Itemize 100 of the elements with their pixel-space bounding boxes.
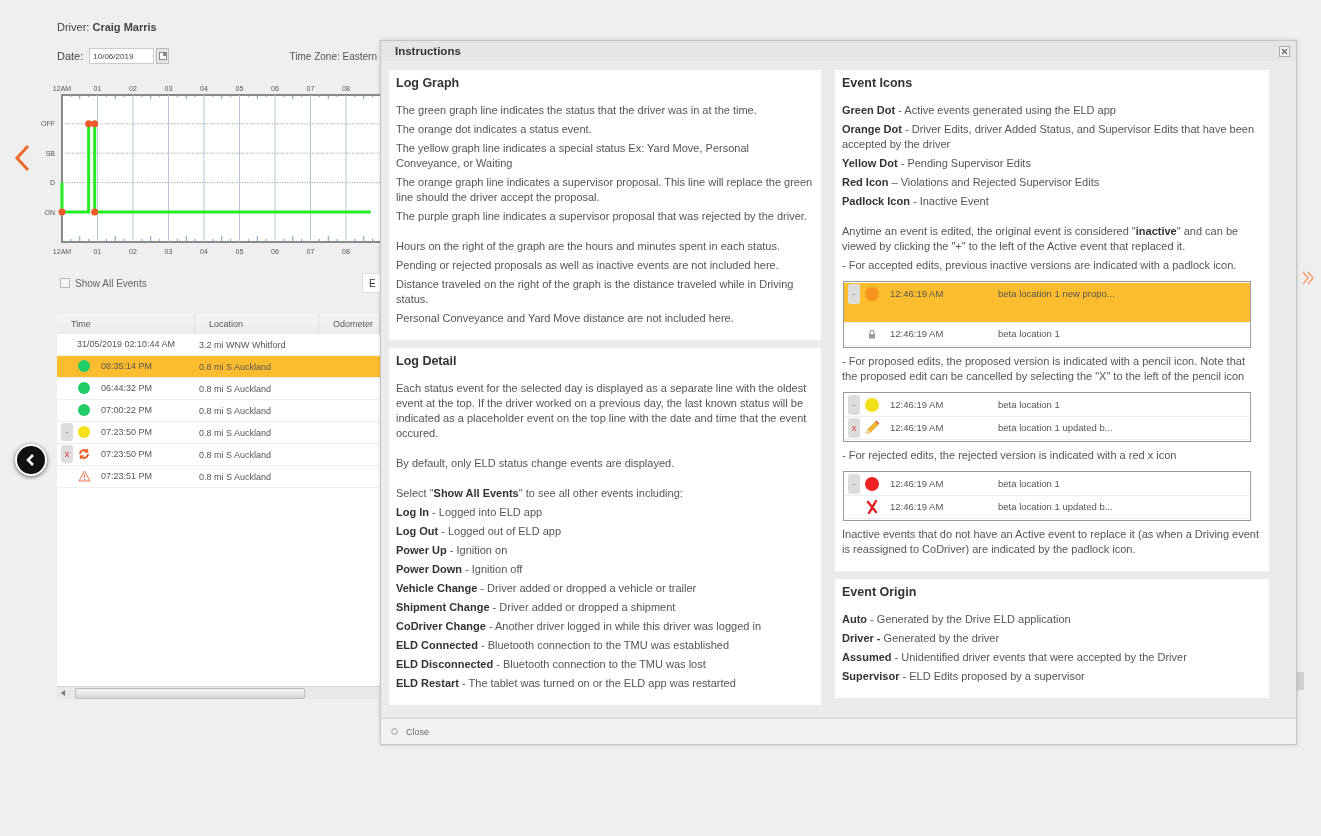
driver-name: Driver: Craig Marris <box>57 20 158 34</box>
checkbox[interactable] <box>60 278 70 288</box>
event-time: 07:00:22 PM <box>101 404 153 417</box>
collapse-button[interactable]: - <box>848 284 860 304</box>
table-row[interactable]: x 12:46:19 AM beta location 1 updated b... <box>844 417 1250 440</box>
instruction-text: Each status event for the selected day is displayed as a separate line with the oldest event at the top. If the driver worked on a previous day, the last known status will be indicated as a placeholder event on the top line with the date and time that the event occured. <box>396 381 808 441</box>
event-location: beta location 1 new propo... <box>998 288 1115 299</box>
date-input[interactable]: 10/06/2019 <box>89 48 155 64</box>
caret-left-icon[interactable] <box>61 690 65 696</box>
instruction-text: Shipment Change - Driver added or dropped a shipment <box>396 600 677 615</box>
event-location: 0.8 mi S Auckland <box>199 472 272 482</box>
refresh-icon <box>78 448 90 460</box>
event-dot <box>58 208 66 216</box>
instruction-text: The green graph line indicates the status that the driver was in at the time. <box>396 103 758 118</box>
padlock-icon <box>868 329 876 339</box>
previous-button[interactable] <box>12 143 32 173</box>
event-time: 12:46:19 AM <box>890 477 944 491</box>
table-row[interactable]: - 12:46:19 AM beta location 1 <box>844 394 1250 417</box>
collapse-button[interactable]: - <box>61 423 73 441</box>
partial-button[interactable]: E <box>362 273 380 293</box>
dialog-title: Instructions <box>395 45 461 57</box>
instruction-text: Supervisor - ELD Edits proposed by a supervisor <box>842 669 1086 684</box>
event-time: 12:46:19 AM <box>890 327 944 341</box>
instruction-text: Log Out - Logged out of ELD app <box>396 524 563 539</box>
event-time: 07:23:50 PM <box>101 448 153 461</box>
instruction-text: The purple graph line indicates a supervisor proposal that was rejected by the driver. <box>396 209 808 224</box>
event-location: beta location 1 updated b... <box>998 422 1113 433</box>
instruction-text: Green Dot - Active events generated using the ELD app <box>842 103 1117 118</box>
table-row[interactable]: x 07:23:50 PM 0.8 mi S Auckland <box>57 444 380 466</box>
table-row[interactable]: - 12:46:19 AM beta location 1 <box>844 473 1250 496</box>
instruction-text: Distance traveled on the right of the graph is the distance traveled while in Driving status. <box>396 277 795 307</box>
instruction-text: Personal Conveyance and Yard Move distance are not included here. <box>396 311 735 326</box>
event-time: 08:35:14 PM <box>101 360 153 373</box>
event-time: 31/05/2019 02:10:44 AM <box>77 338 176 351</box>
event-dot <box>91 208 99 216</box>
instruction-text: Auto - Generated by the Drive ELD application <box>842 612 1072 627</box>
event-location: 0.8 mi S Auckland <box>199 406 272 416</box>
instruction-text: The orange graph line indicates a supervisor proposal. This line will replace the green line should the driver accept the proposal. <box>396 175 813 205</box>
instruction-text: CoDriver Change - Another driver logged in while this driver was logged in <box>396 619 762 634</box>
instruction-text: The yellow graph line indicates a special status Ex: Yard Move, Personal Conveyance, or Waiting <box>396 141 750 171</box>
warning-icon <box>77 470 91 482</box>
event-location: beta location 1 updated b... <box>998 501 1113 512</box>
next-button[interactable] <box>1301 270 1315 286</box>
instruction-text: - For proposed edits, the proposed version is indicated with a pencil icon. Note that the proposed edit can be cancelled by selecting the "X" to the left of the pencil icon <box>842 354 1246 384</box>
event-location: 0.8 mi S Auckland <box>199 450 272 460</box>
instruction-text: Power Up - Ignition on <box>396 543 509 558</box>
calendar-icon <box>158 52 167 60</box>
card-heading: Event Icons <box>842 76 914 90</box>
instruction-text: - For rejected edits, the rejected version is indicated with a red x icon <box>842 448 1178 463</box>
close-button[interactable]: Close <box>406 726 429 737</box>
event-location: 0.8 mi S Auckland <box>199 362 272 372</box>
date-label: Date: <box>57 50 84 62</box>
table-row[interactable]: - 07:23:50 PM 0.8 mi S Auckland <box>57 422 380 444</box>
table-row[interactable]: - 12:46:19 AM beta location 1 new propo... <box>844 283 1250 323</box>
horizontal-scrollbar[interactable] <box>57 686 380 699</box>
event-time: 12:46:19 AM <box>890 421 944 435</box>
collapse-button[interactable]: - <box>848 395 860 415</box>
instruction-text: Log In - Logged into ELD app <box>396 505 544 520</box>
event-location: beta location 1 <box>998 399 1060 410</box>
cross-icon <box>866 500 878 514</box>
checkbox-label: Show All Events <box>75 277 147 289</box>
instruction-text: ELD Connected - Bluetooth connection to the TMU was established <box>396 638 730 653</box>
back-button[interactable] <box>15 444 47 476</box>
event-time: 07:23:50 PM <box>101 426 153 439</box>
instruction-text: Select "Show All Events" to see all other events including: <box>396 486 684 501</box>
instruction-text: ELD Restart - The tablet was turned on or the ELD app was restarted <box>396 676 737 691</box>
chevron-left-icon <box>12 143 32 173</box>
instruction-text: Red Icon – Violations and Rejected Supervisor Edits <box>842 175 1101 190</box>
double-chevron-icon <box>1301 270 1315 286</box>
instruction-text: By default, only ELD status change events are displayed. <box>396 456 676 471</box>
instruction-text: Padlock Icon - Inactive Event <box>842 194 990 209</box>
instruction-text: Orange Dot - Driver Edits, driver Added Status, and Supervisor Edits that have been accepted by the driver <box>842 122 1256 152</box>
event-time: 12:46:19 AM <box>890 287 944 301</box>
instruction-text: Hours on the right of the graph are the hours and minutes spent in each status. <box>396 239 781 254</box>
card-heading: Event Origin <box>842 585 918 599</box>
event-location: 0.8 mi S Auckland <box>199 428 272 438</box>
event-location: 3.2 mi WNW Whitford <box>199 340 286 350</box>
instruction-text: Anytime an event is edited, the original event is considered "inactive" and can be viewed by clicking the "+" to the left of the Active event that replaced it. <box>842 224 1240 254</box>
event-location: 0.8 mi S Auckland <box>199 384 272 394</box>
instruction-text: - For accepted edits, previous inactive versions are indicated with a padlock icon. <box>842 258 1238 273</box>
instruction-text: ELD Disconnected - Bluetooth connection to the TMU was lost <box>396 657 707 672</box>
instruction-text: Driver - Generated by the driver <box>842 631 1001 646</box>
instruction-text: The orange dot indicates a status event. <box>396 122 593 137</box>
event-time: 12:46:19 AM <box>890 500 944 514</box>
calendar-button[interactable] <box>156 48 170 64</box>
time-zone: Time Zone: Eastern <box>289 50 377 62</box>
event-time: 06:44:32 PM <box>101 382 153 395</box>
event-time: 12:46:19 AM <box>890 398 944 412</box>
scrollbar-thumb[interactable] <box>75 687 305 699</box>
card-heading: Log Detail <box>396 354 458 368</box>
instruction-text: Yellow Dot - Pending Supervisor Edits <box>842 156 1032 171</box>
event-time: 07:23:51 PM <box>101 470 153 483</box>
event-location: beta location 1 <box>998 328 1060 339</box>
instruction-text: Assumed - Unidentified driver events that were accepted by the Driver <box>842 650 1188 665</box>
instruction-text: Inactive events that do not have an Active event to replace it (as when a Driving event is reassigned to CoDriver) are indicated by the padlock icon. <box>842 527 1261 557</box>
collapse-button[interactable]: - <box>848 474 860 494</box>
table-row[interactable]: 08:35:14 PM 0.8 mi S Auckland <box>57 356 380 378</box>
instruction-text: Pending or rejected proposals as well as inactive events are not included here. <box>396 258 780 273</box>
instruction-text: Vehicle Change - Driver added or dropped a vehicle or trailer <box>396 581 698 596</box>
instruction-text: Power Down - Ignition off <box>396 562 524 577</box>
